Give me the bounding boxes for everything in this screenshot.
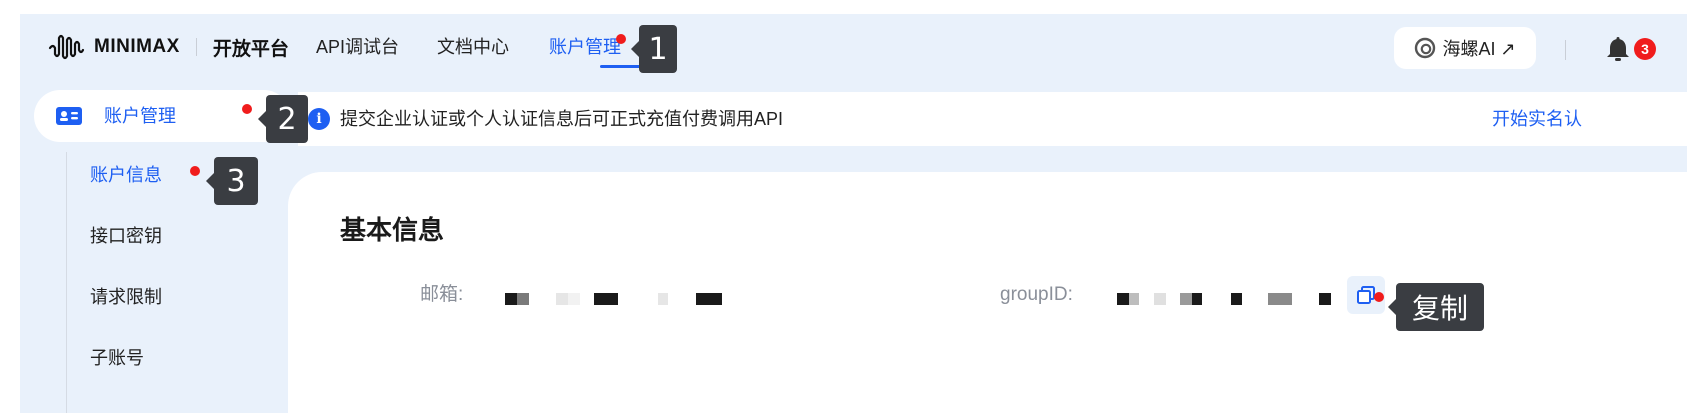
minimax-waveform-icon xyxy=(48,34,85,60)
hailuo-ai-button[interactable]: 海螺AI ↗ xyxy=(1394,27,1536,69)
nav-api-console[interactable]: API调试台 xyxy=(316,32,399,62)
hailuo-label: 海螺AI ↗ xyxy=(1442,39,1516,59)
section-title: 基本信息 xyxy=(340,215,445,245)
info-icon: i xyxy=(308,108,330,130)
sidebar-group-marker-dot xyxy=(242,104,252,114)
verification-notice: i 提交企业认证或个人认证信息后可正式充值付费调用API 开始实名认 xyxy=(298,92,1687,146)
sidebar-group-label: 账户管理 xyxy=(104,106,176,126)
app-window: MINIMAX 开放平台 API调试台 文档中心 账户管理 海螺AI ↗ 3 账… xyxy=(20,14,1687,413)
header-divider xyxy=(1565,40,1566,60)
hailuo-spiral-icon xyxy=(1415,37,1436,59)
sidebar-item-sub-accounts[interactable]: 子账号 xyxy=(90,346,144,370)
callout-copy: 复制 xyxy=(1388,283,1484,331)
bell-icon[interactable] xyxy=(1604,36,1632,64)
minimax-logo[interactable]: MINIMAX 开放平台 xyxy=(48,32,289,62)
nav-docs[interactable]: 文档中心 xyxy=(437,32,509,62)
logo-divider xyxy=(195,38,197,56)
sidebar-item-marker-dot xyxy=(190,166,200,176)
notification-badge: 3 xyxy=(1634,38,1656,60)
sidebar-item-account-info[interactable]: 账户信息 xyxy=(90,163,162,187)
sidebar-item-api-keys[interactable]: 接口密钥 xyxy=(90,224,162,248)
sidebar-item-rate-limits[interactable]: 请求限制 xyxy=(90,285,162,309)
nav-account-management[interactable]: 账户管理 xyxy=(549,32,621,62)
sidebar-tree-line xyxy=(66,152,67,413)
platform-title: 开放平台 xyxy=(212,38,289,60)
start-verification-link[interactable]: 开始实名认 xyxy=(1492,107,1582,131)
notice-text: 提交企业认证或个人认证信息后可正式充值付费调用API xyxy=(340,109,784,129)
callout-1: 1 xyxy=(631,25,677,73)
sidebar-group-account-management[interactable]: 账户管理 xyxy=(34,90,290,142)
callout-3: 3 xyxy=(206,157,258,205)
nav-marker-dot xyxy=(616,34,626,44)
copy-marker-dot xyxy=(1374,292,1384,302)
callout-2: 2 xyxy=(258,95,308,143)
id-card-icon xyxy=(56,107,82,125)
group-id-label: groupID: xyxy=(1000,284,1073,305)
top-navigation: MINIMAX 开放平台 API调试台 文档中心 账户管理 海螺AI ↗ 3 xyxy=(20,14,1687,94)
email-label: 邮箱: xyxy=(420,284,464,305)
logo-text: MINIMAX xyxy=(94,36,180,57)
